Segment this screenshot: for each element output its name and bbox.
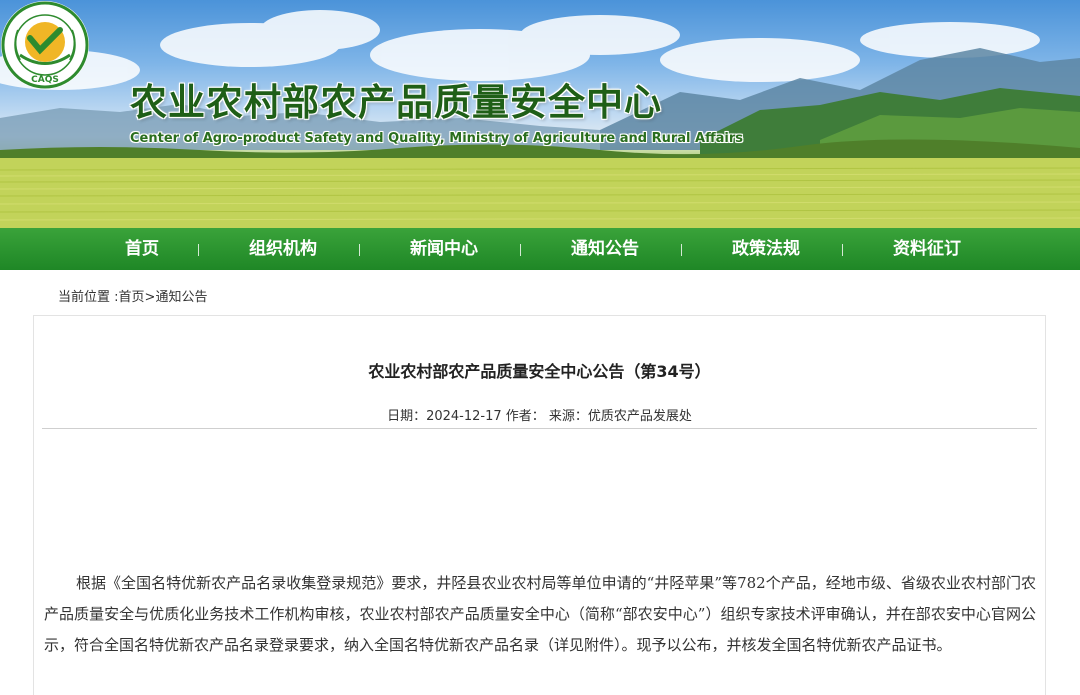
nav-separator — [842, 244, 843, 256]
breadcrumb-separator: > — [144, 290, 156, 305]
site-title: 农业农村部农产品质量安全中心 — [130, 81, 662, 124]
article-body: 根据《全国名特优新农产品名录收集登录规范》要求，井陉县农业农村局等单位申请的“井… — [44, 574, 1036, 654]
logo-text: CAQS — [31, 75, 59, 85]
nav-separator — [198, 244, 199, 256]
article-container: 农业农村部农产品质量安全中心公告（第34号） 日期：2024-12-17 作者：… — [33, 315, 1046, 695]
site-subtitle: Center of Agro-product Safety and Qualit… — [130, 131, 743, 146]
nav-item-policies[interactable]: 政策法规 — [732, 228, 800, 270]
nav-separator — [520, 244, 521, 256]
breadcrumb-notices-link[interactable]: 通知公告 — [155, 290, 207, 305]
nav-item-organization[interactable]: 组织机构 — [249, 228, 317, 270]
nav-separator — [359, 244, 360, 256]
header-banner: CAQS 农业农村部农产品质量安全中心 Center of Agro-produ… — [0, 0, 1080, 228]
breadcrumb-prefix: 当前位置 : — [58, 290, 119, 305]
nav-separator — [681, 244, 682, 256]
nav-item-news[interactable]: 新闻中心 — [410, 228, 478, 270]
breadcrumb: 当前位置 :首页>通知公告 — [58, 286, 207, 305]
main-nav: 首页 组织机构 新闻中心 通知公告 政策法规 资料征订 — [0, 228, 1080, 270]
nav-item-home[interactable]: 首页 — [125, 228, 159, 270]
title-divider — [42, 428, 1037, 429]
article-title: 农业农村部农产品质量安全中心公告（第34号） — [368, 362, 711, 381]
nav-item-subscriptions[interactable]: 资料征订 — [893, 228, 961, 270]
caqs-logo[interactable]: CAQS — [0, 0, 90, 90]
article-meta: 日期：2024-12-17 作者： 来源：优质农产品发展处 — [387, 409, 692, 424]
breadcrumb-home-link[interactable]: 首页 — [119, 290, 145, 305]
nav-item-notices[interactable]: 通知公告 — [571, 228, 639, 270]
